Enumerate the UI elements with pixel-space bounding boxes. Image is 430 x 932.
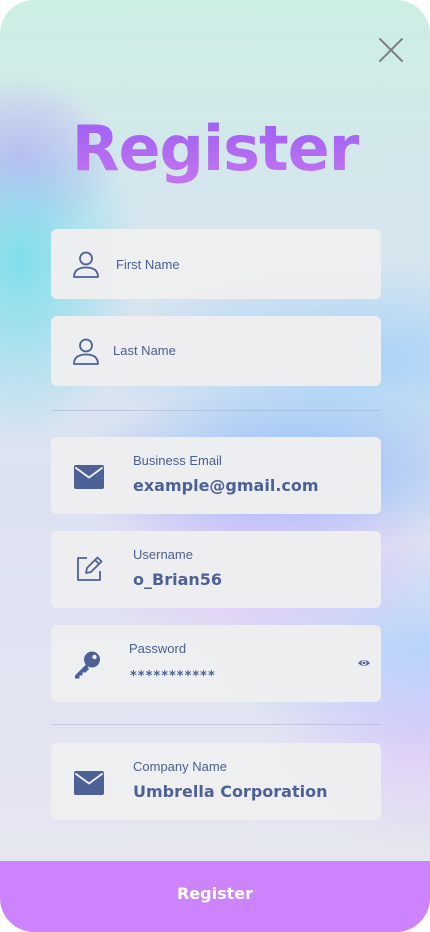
user-icon bbox=[73, 338, 99, 365]
register-button[interactable]: Register bbox=[0, 861, 430, 932]
envelope-icon bbox=[74, 771, 104, 795]
company-name-field[interactable]: Company Name Umbrella Corporation bbox=[51, 743, 381, 820]
username-field[interactable]: Username o_Brian56 bbox=[51, 531, 381, 608]
key-icon bbox=[75, 651, 100, 679]
company-name-value: Umbrella Corporation bbox=[133, 782, 328, 801]
last-name-placeholder: Last Name bbox=[113, 343, 176, 358]
register-screen: Register First Name Last Name Business E… bbox=[0, 0, 430, 932]
user-icon bbox=[73, 251, 99, 278]
username-value: o_Brian56 bbox=[133, 570, 223, 589]
divider bbox=[51, 724, 381, 725]
divider bbox=[51, 410, 381, 411]
password-value: *********** bbox=[130, 669, 216, 684]
envelope-icon bbox=[74, 465, 104, 489]
password-label: Password bbox=[129, 641, 187, 656]
password-field[interactable]: Password *********** bbox=[51, 625, 381, 702]
first-name-field[interactable]: First Name bbox=[51, 229, 381, 299]
business-email-field[interactable]: Business Email example@gmail.com bbox=[51, 437, 381, 514]
page-title: Register bbox=[0, 112, 430, 185]
business-email-label: Business Email bbox=[133, 453, 222, 468]
close-icon[interactable] bbox=[375, 34, 407, 66]
eye-icon[interactable] bbox=[357, 656, 371, 670]
last-name-field[interactable]: Last Name bbox=[51, 316, 381, 386]
business-email-value: example@gmail.com bbox=[133, 476, 319, 495]
first-name-placeholder: First Name bbox=[116, 257, 180, 272]
register-button-label: Register bbox=[176, 884, 254, 903]
username-label: Username bbox=[133, 547, 193, 562]
company-name-label: Company Name bbox=[133, 759, 227, 774]
edit-icon bbox=[77, 556, 103, 581]
